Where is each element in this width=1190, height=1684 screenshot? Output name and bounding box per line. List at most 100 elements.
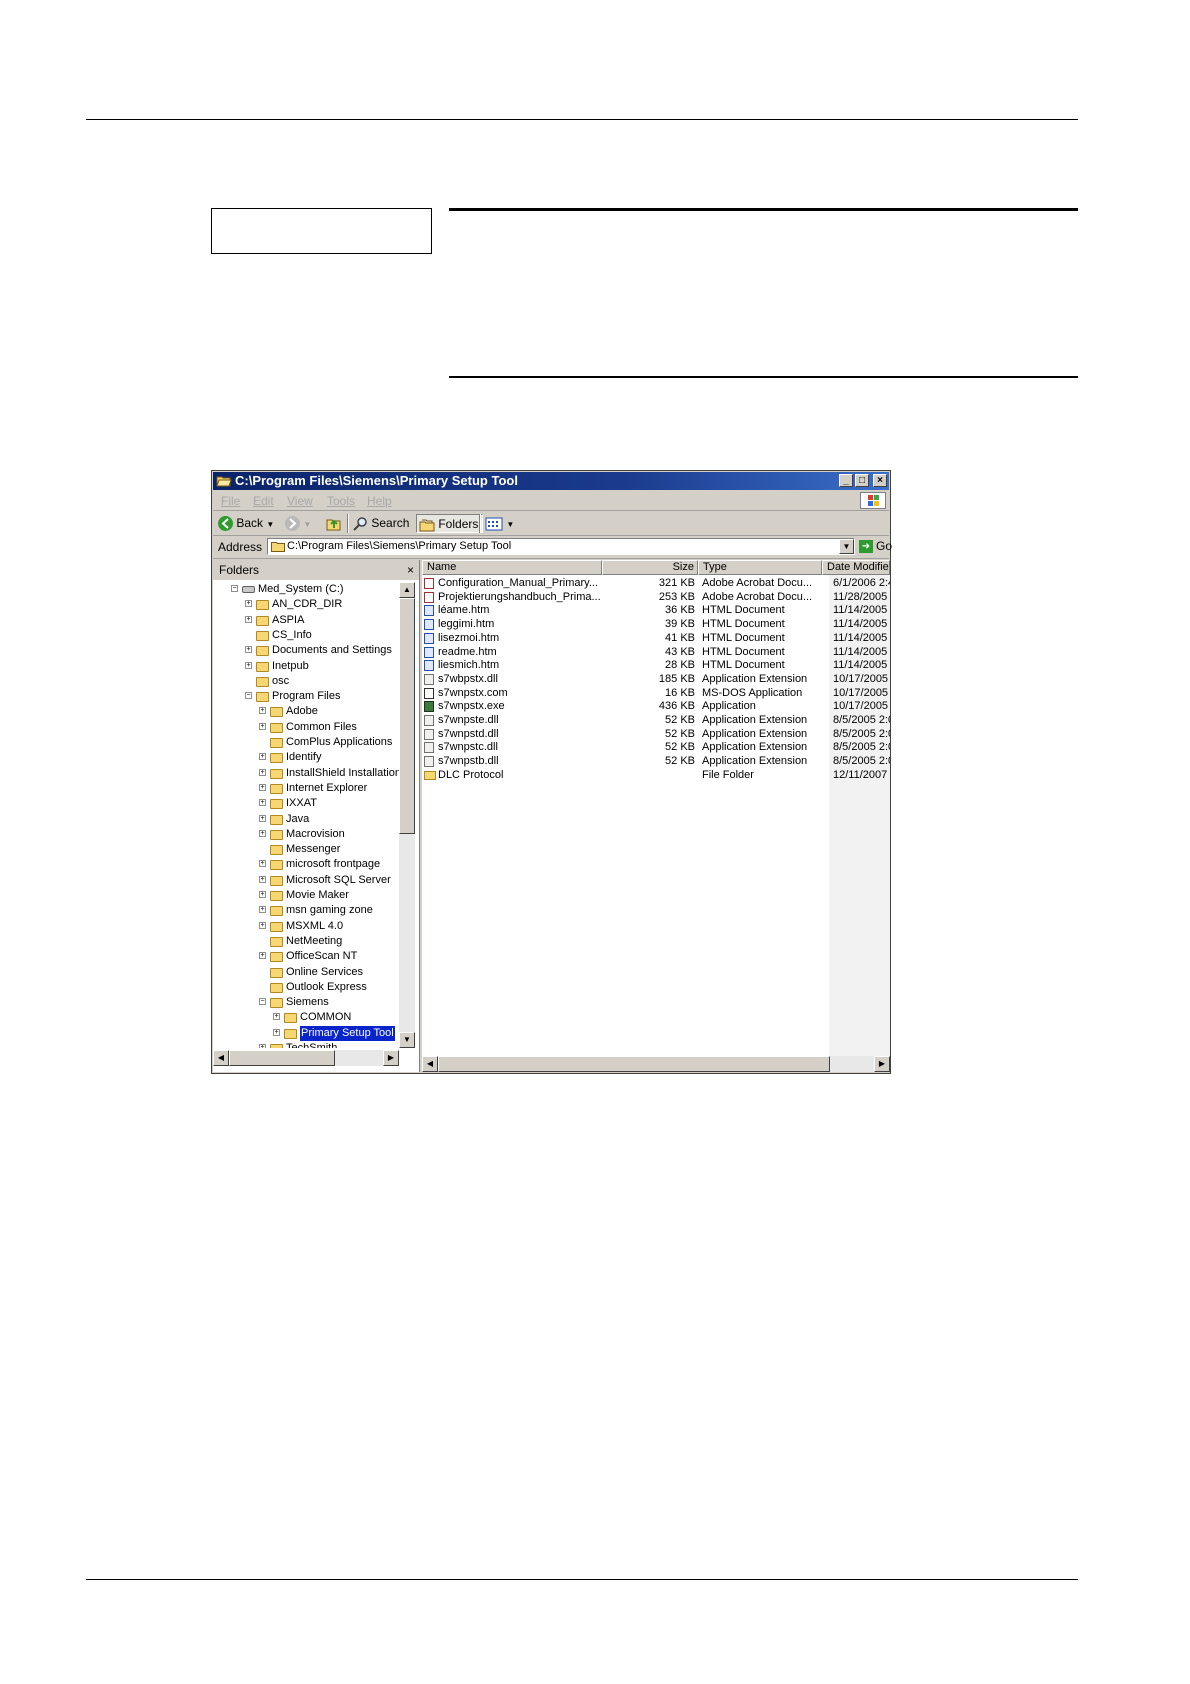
tree-vertical-scrollbar[interactable]: ▲ ▼ — [399, 582, 415, 1048]
htm-file-icon — [424, 619, 434, 631]
expand-icon[interactable]: + — [245, 661, 252, 669]
go-button[interactable]: ➜ Go — [859, 539, 892, 554]
file-name: Projektierungshandbuch_Prima... — [438, 590, 601, 603]
file-row[interactable]: s7wnpstx.exe 436 KB Application 10/17/2005 … — [422, 699, 890, 713]
views-button[interactable]: ▼ — [485, 514, 514, 533]
expand-icon[interactable]: + — [259, 829, 266, 837]
collapse-icon[interactable]: − — [245, 692, 252, 700]
expand-icon[interactable]: + — [245, 646, 252, 654]
file-size: 185 KB — [658, 672, 695, 685]
file-size: 41 KB — [665, 631, 695, 644]
expand-icon[interactable]: + — [259, 722, 266, 730]
collapse-icon[interactable]: − — [259, 998, 266, 1006]
tree-horizontal-scrollbar[interactable]: ◀ ▶ — [213, 1050, 399, 1066]
file-date-modified: 8/5/2005 2:0 — [833, 714, 890, 726]
scroll-left-button[interactable]: ◀ — [213, 1050, 229, 1066]
folder-icon — [270, 860, 283, 871]
expand-icon[interactable]: + — [259, 783, 266, 791]
folder-icon — [270, 982, 283, 993]
expand-icon[interactable]: + — [245, 615, 252, 623]
expand-icon[interactable]: + — [259, 753, 266, 761]
address-input[interactable]: C:\Program Files\Siemens\Primary Setup T… — [267, 538, 855, 555]
scroll-down-button[interactable]: ▼ — [399, 1032, 415, 1048]
folder-icon — [270, 952, 283, 963]
file-date-modified: 10/17/2005 1 — [833, 700, 890, 713]
menu-file[interactable]: File — [221, 494, 240, 508]
expand-icon[interactable]: + — [259, 707, 266, 715]
folder-icon — [270, 829, 283, 840]
file-row[interactable]: leggimi.htm 39 KB HTML Document 11/14/2005 … — [422, 617, 890, 631]
tree-item-label: OfficeScan NT — [286, 950, 358, 963]
expand-icon[interactable]: + — [273, 1028, 280, 1036]
file-type: Application — [702, 700, 756, 713]
scroll-left-button[interactable]: ◀ — [422, 1056, 438, 1072]
title-bar[interactable]: C:\Program Files\Siemens\Primary Setup T… — [213, 472, 889, 490]
expand-icon[interactable]: + — [259, 860, 266, 868]
back-dropdown-icon[interactable]: ▼ — [266, 520, 274, 529]
up-folder-icon — [326, 519, 341, 531]
forward-button[interactable]: ▼ — [285, 514, 311, 533]
expand-icon[interactable]: + — [259, 814, 266, 822]
expand-icon[interactable]: + — [259, 906, 266, 914]
search-button[interactable]: Search — [353, 514, 409, 533]
file-row[interactable]: s7wnpstx.com 16 KB MS-DOS Application 10/17… — [422, 686, 890, 700]
expand-icon[interactable]: + — [259, 952, 266, 960]
forward-dropdown-icon[interactable]: ▼ — [303, 520, 311, 529]
column-header-type[interactable]: Type — [698, 560, 822, 575]
expand-icon[interactable]: + — [259, 768, 266, 776]
close-pane-button[interactable]: × — [407, 560, 414, 580]
menu-tools[interactable]: Tools — [327, 494, 355, 508]
note-bottom-rule — [449, 376, 1078, 378]
expand-icon[interactable]: + — [245, 600, 252, 608]
menu-help[interactable]: Help — [367, 494, 392, 508]
file-row[interactable]: s7wbpstx.dll 185 KB Application Extension 1… — [422, 672, 890, 686]
label-box — [211, 208, 432, 254]
expand-icon[interactable]: + — [273, 1013, 280, 1021]
file-row[interactable]: Projektierungshandbuch_Prima... 253 KB Ado… — [422, 590, 890, 604]
column-header-date-modified[interactable]: Date Modified — [822, 560, 890, 575]
close-button[interactable]: × — [873, 474, 887, 487]
file-row[interactable]: liesmich.htm 28 KB HTML Document 11/14/2005… — [422, 658, 890, 672]
file-row[interactable]: s7wnpstb.dll 52 KB Application Extension 8/… — [422, 754, 890, 768]
address-label: Address — [218, 540, 263, 554]
folder-tree[interactable]: − Med_System (C:) + AN_CDR_DIR + ASPIA CS_Info… — [213, 582, 399, 1048]
back-button[interactable]: Back ▼ — [218, 514, 274, 533]
folder-icon — [424, 770, 436, 780]
scroll-up-button[interactable]: ▲ — [399, 582, 415, 598]
file-row[interactable]: léame.htm 36 KB HTML Document 11/14/2005 3 — [422, 603, 890, 617]
file-row[interactable]: s7wnpstd.dll 52 KB Application Extension 8/… — [422, 727, 890, 741]
collapse-icon[interactable]: − — [231, 585, 238, 592]
folders-button[interactable]: Folders — [416, 514, 484, 533]
folders-pane: Folders × − Med_System (C:) + AN_CDR_DIR + AS… — [213, 560, 420, 1072]
files-horizontal-scrollbar[interactable]: ◀ ▶ — [422, 1056, 890, 1072]
minimize-button[interactable]: _ — [839, 474, 853, 487]
scroll-right-button[interactable]: ▶ — [874, 1056, 890, 1072]
column-header-size[interactable]: Size — [602, 560, 698, 575]
file-row[interactable]: s7wnpste.dll 52 KB Application Extension 8/… — [422, 713, 890, 727]
file-row[interactable]: DLC Protocol File Folder 12/11/2007 1 — [422, 768, 890, 782]
menu-view[interactable]: View — [287, 494, 313, 508]
expand-icon[interactable]: + — [259, 1044, 266, 1048]
toolbar-separator — [347, 514, 349, 533]
file-date-modified: 11/14/2005 3 — [833, 618, 890, 631]
menu-edit[interactable]: Edit — [253, 494, 274, 508]
maximize-button[interactable]: □ — [855, 474, 869, 487]
folder-icon — [270, 906, 283, 917]
address-dropdown-button[interactable]: ▼ — [839, 539, 854, 554]
expand-icon[interactable]: + — [259, 799, 266, 807]
expand-icon[interactable]: + — [259, 921, 266, 929]
expand-icon[interactable]: + — [259, 891, 266, 898]
expand-icon[interactable]: + — [259, 875, 266, 883]
file-row[interactable]: lisezmoi.htm 41 KB HTML Document 11/14/2005… — [422, 631, 890, 645]
file-row[interactable]: Configuration_Manual_Primary... 321 KB Ado… — [422, 576, 890, 590]
folder-icon — [270, 845, 283, 856]
file-row[interactable]: s7wnpstc.dll 52 KB Application Extension 8/… — [422, 740, 890, 754]
scroll-thumb[interactable] — [399, 598, 415, 834]
tree-item-label: Outlook Express — [286, 980, 367, 993]
up-folder-button[interactable] — [326, 514, 342, 533]
scroll-thumb[interactable] — [438, 1056, 830, 1072]
scroll-thumb[interactable] — [229, 1050, 335, 1066]
file-row[interactable]: readme.htm 43 KB HTML Document 11/14/2005 3 — [422, 645, 890, 659]
column-header-name[interactable]: Name — [422, 560, 602, 575]
scroll-right-button[interactable]: ▶ — [383, 1050, 399, 1066]
